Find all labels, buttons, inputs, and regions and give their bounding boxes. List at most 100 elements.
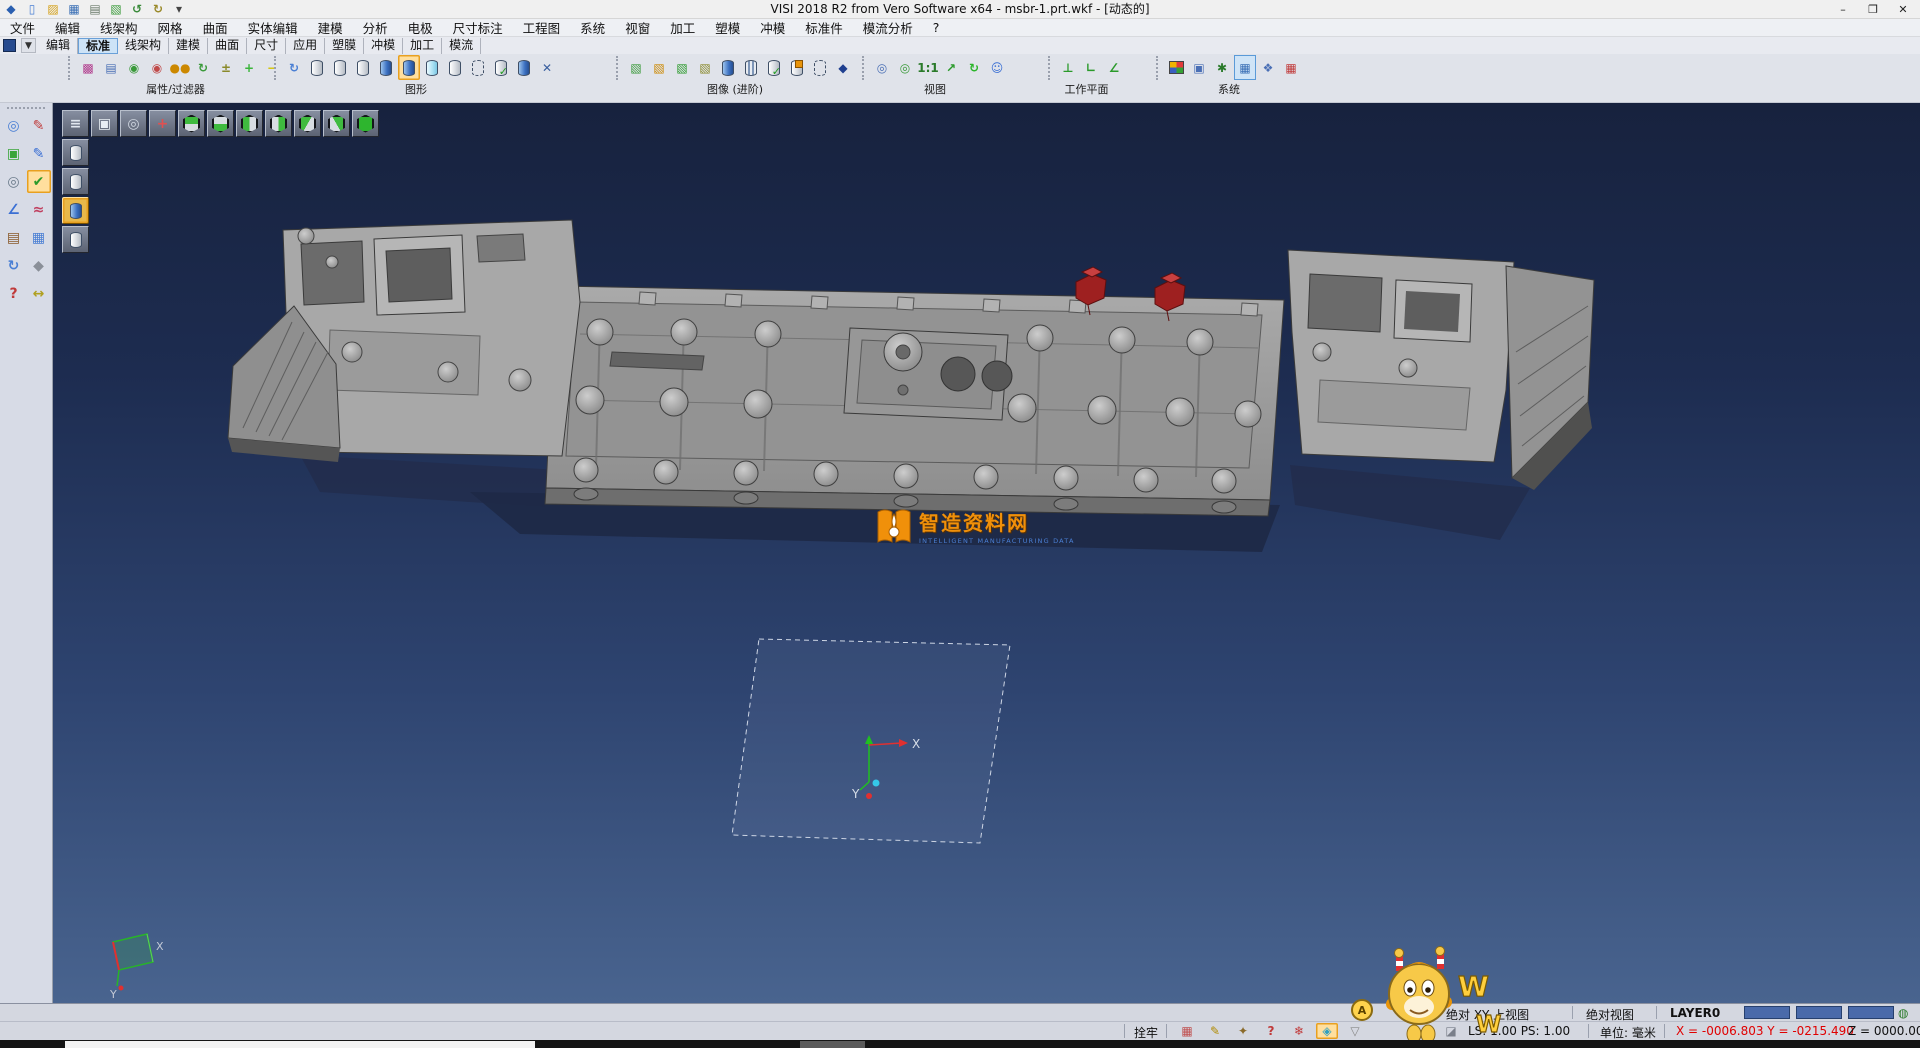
taskbar-item[interactable] — [800, 1041, 865, 1048]
toolbar-tab[interactable]: 加工 — [403, 38, 442, 54]
view-state-refresh-icon[interactable]: ▧ — [671, 55, 693, 80]
zoom-1to1-icon[interactable]: 1:1 — [917, 55, 939, 80]
absolute-view-label[interactable]: 绝对视图 — [1586, 1006, 1634, 1023]
solid-striped-icon[interactable] — [740, 55, 762, 80]
layer-slot-icon[interactable] — [62, 139, 89, 166]
menu-item[interactable]: 实体编辑 — [238, 18, 308, 37]
view-left-icon[interactable] — [294, 110, 321, 137]
layers-list-icon[interactable]: ≡ — [62, 110, 89, 137]
confirm-icon[interactable]: ✔ — [27, 170, 51, 193]
close-button[interactable]: ✕ — [1888, 0, 1918, 19]
toolbar-tab[interactable]: 曲面 — [208, 38, 247, 54]
zoom-search-icon[interactable]: ◎ — [120, 110, 147, 137]
maximize-button[interactable]: ❐ — [1858, 0, 1888, 19]
toolbar-tab[interactable]: 线架构 — [118, 38, 169, 54]
workplane-align-icon[interactable]: ∟ — [1080, 55, 1102, 80]
key-icon[interactable]: ✦ — [1232, 1023, 1254, 1039]
menu-item[interactable]: 系统 — [570, 18, 615, 37]
layer-copy-icon[interactable] — [444, 55, 466, 80]
context-help-icon[interactable]: ? — [1260, 1023, 1282, 1039]
menu-item[interactable]: 编辑 — [45, 18, 90, 37]
toolbar-tab[interactable]: 尺寸 — [247, 38, 286, 54]
menu-item[interactable]: 冲模 — [750, 18, 795, 37]
active-layer-label[interactable]: LAYER0 — [1670, 1006, 1720, 1020]
modify-attributes-icon[interactable]: ▩ — [77, 55, 99, 80]
menu-item[interactable]: 网格 — [148, 18, 193, 37]
layer-refresh-icon[interactable] — [490, 55, 512, 80]
show-entities-icon[interactable]: ◉ — [123, 55, 145, 80]
active-layer-icon[interactable] — [62, 197, 89, 224]
layer-slot-icon[interactable] — [62, 168, 89, 195]
view-front-icon[interactable] — [236, 110, 263, 137]
group-drag-handle[interactable] — [616, 56, 621, 80]
pan-icon[interactable]: ↗ — [940, 55, 962, 80]
screen-settings-icon[interactable]: ▦ — [1234, 55, 1256, 80]
window-grid-icon[interactable]: ▦ — [27, 226, 51, 249]
zoom-in-out-icon[interactable]: ◎ — [871, 55, 893, 80]
screen-report-icon[interactable]: ▤ — [100, 55, 122, 80]
globe-icon[interactable]: ◍ — [1898, 1006, 1908, 1020]
show-all-icon[interactable]: + — [238, 55, 260, 80]
group-drag-handle[interactable] — [1048, 56, 1053, 80]
menu-item[interactable]: ? — [923, 20, 950, 35]
visibility-filter-icon[interactable]: ●● — [169, 55, 191, 80]
menu-item[interactable]: 加工 — [660, 18, 705, 37]
color-swatch[interactable] — [1848, 1006, 1894, 1019]
menu-item[interactable]: 文件 — [0, 18, 45, 37]
menu-item[interactable]: 模流分析 — [853, 18, 923, 37]
toolbar-tab[interactable]: 塑膜 — [325, 38, 364, 54]
workplane-standard-icon[interactable]: ⊥ — [1057, 55, 1079, 80]
zoom-extents-icon[interactable]: ▣ — [2, 142, 26, 165]
toolbar-tab[interactable]: 标准 — [78, 38, 118, 54]
toolbar-tab[interactable]: 模流 — [442, 38, 481, 54]
group-drag-handle[interactable] — [1156, 56, 1161, 80]
menu-item[interactable]: 线架构 — [90, 18, 148, 37]
regen-icon[interactable]: ↻ — [2, 254, 26, 277]
solid-validate-icon[interactable] — [763, 55, 785, 80]
color-swatch[interactable] — [1744, 1006, 1790, 1019]
view-iso-icon[interactable] — [352, 110, 379, 137]
calculator-grid-icon[interactable]: ▦ — [1280, 55, 1302, 80]
toolbar-tab[interactable]: 编辑 — [39, 38, 78, 54]
menu-item[interactable]: 尺寸标注 — [443, 18, 513, 37]
hide-entities-icon[interactable]: ◉ — [146, 55, 168, 80]
menu-item[interactable]: 标准件 — [795, 18, 853, 37]
toolbar-tab[interactable]: 建模 — [169, 38, 208, 54]
selection-settings-icon[interactable]: ❖ — [1257, 55, 1279, 80]
group-drag-handle[interactable] — [274, 56, 279, 80]
clipboard-icon[interactable]: ▦ — [1176, 1023, 1198, 1039]
zoom-solid-icon[interactable]: ◎ — [2, 170, 26, 193]
view-right-icon[interactable] — [323, 110, 350, 137]
menu-item[interactable]: 电极 — [398, 18, 443, 37]
view-mode-label[interactable]: 绝对 XY 上视图 — [1446, 1006, 1529, 1023]
menu-item[interactable]: 塑模 — [705, 18, 750, 37]
menu-item[interactable]: 分析 — [353, 18, 398, 37]
sketch-curve-icon[interactable]: ✎ — [27, 142, 51, 165]
view-back-icon[interactable] — [265, 110, 292, 137]
refresh-visibility-icon[interactable]: ↻ — [192, 55, 214, 80]
view-state-lights-icon[interactable]: ▧ — [648, 55, 670, 80]
toggle-visibility-icon[interactable]: ± — [215, 55, 237, 80]
workplane-entity-icon[interactable]: ∠ — [1103, 55, 1125, 80]
solid-flag-icon[interactable] — [786, 55, 808, 80]
tab-dropdown-button[interactable]: ▼ — [21, 38, 36, 53]
shade-cube-icon[interactable]: ◆ — [27, 254, 51, 277]
layer-new-icon[interactable] — [421, 55, 443, 80]
toolbar-tab[interactable]: 冲模 — [364, 38, 403, 54]
view-cube-icon[interactable]: ◈ — [1316, 1023, 1338, 1039]
group-drag-handle[interactable] — [862, 56, 867, 80]
layer-all-icon[interactable] — [306, 55, 328, 80]
menu-item[interactable]: 工程图 — [513, 18, 571, 37]
layer-manager-icon[interactable]: ✕ — [536, 55, 558, 80]
freeze-icon[interactable]: ❄ — [1288, 1023, 1310, 1039]
zoom-all-icon[interactable]: ◎ — [894, 55, 916, 80]
view-top-icon[interactable] — [178, 110, 205, 137]
regenerate-icon[interactable]: ↻ — [283, 55, 305, 80]
annotate-icon[interactable]: ✎ — [1204, 1023, 1226, 1039]
workplane-axes-icon[interactable]: ∠ — [2, 198, 26, 221]
edit-curve-icon[interactable]: ≈ — [27, 198, 51, 221]
measure-icon[interactable]: ↔ — [27, 282, 51, 305]
taskbar-window-preview[interactable] — [65, 1041, 535, 1048]
menu-item[interactable]: 建模 — [308, 18, 353, 37]
axes-origin-icon[interactable]: + — [149, 110, 176, 137]
